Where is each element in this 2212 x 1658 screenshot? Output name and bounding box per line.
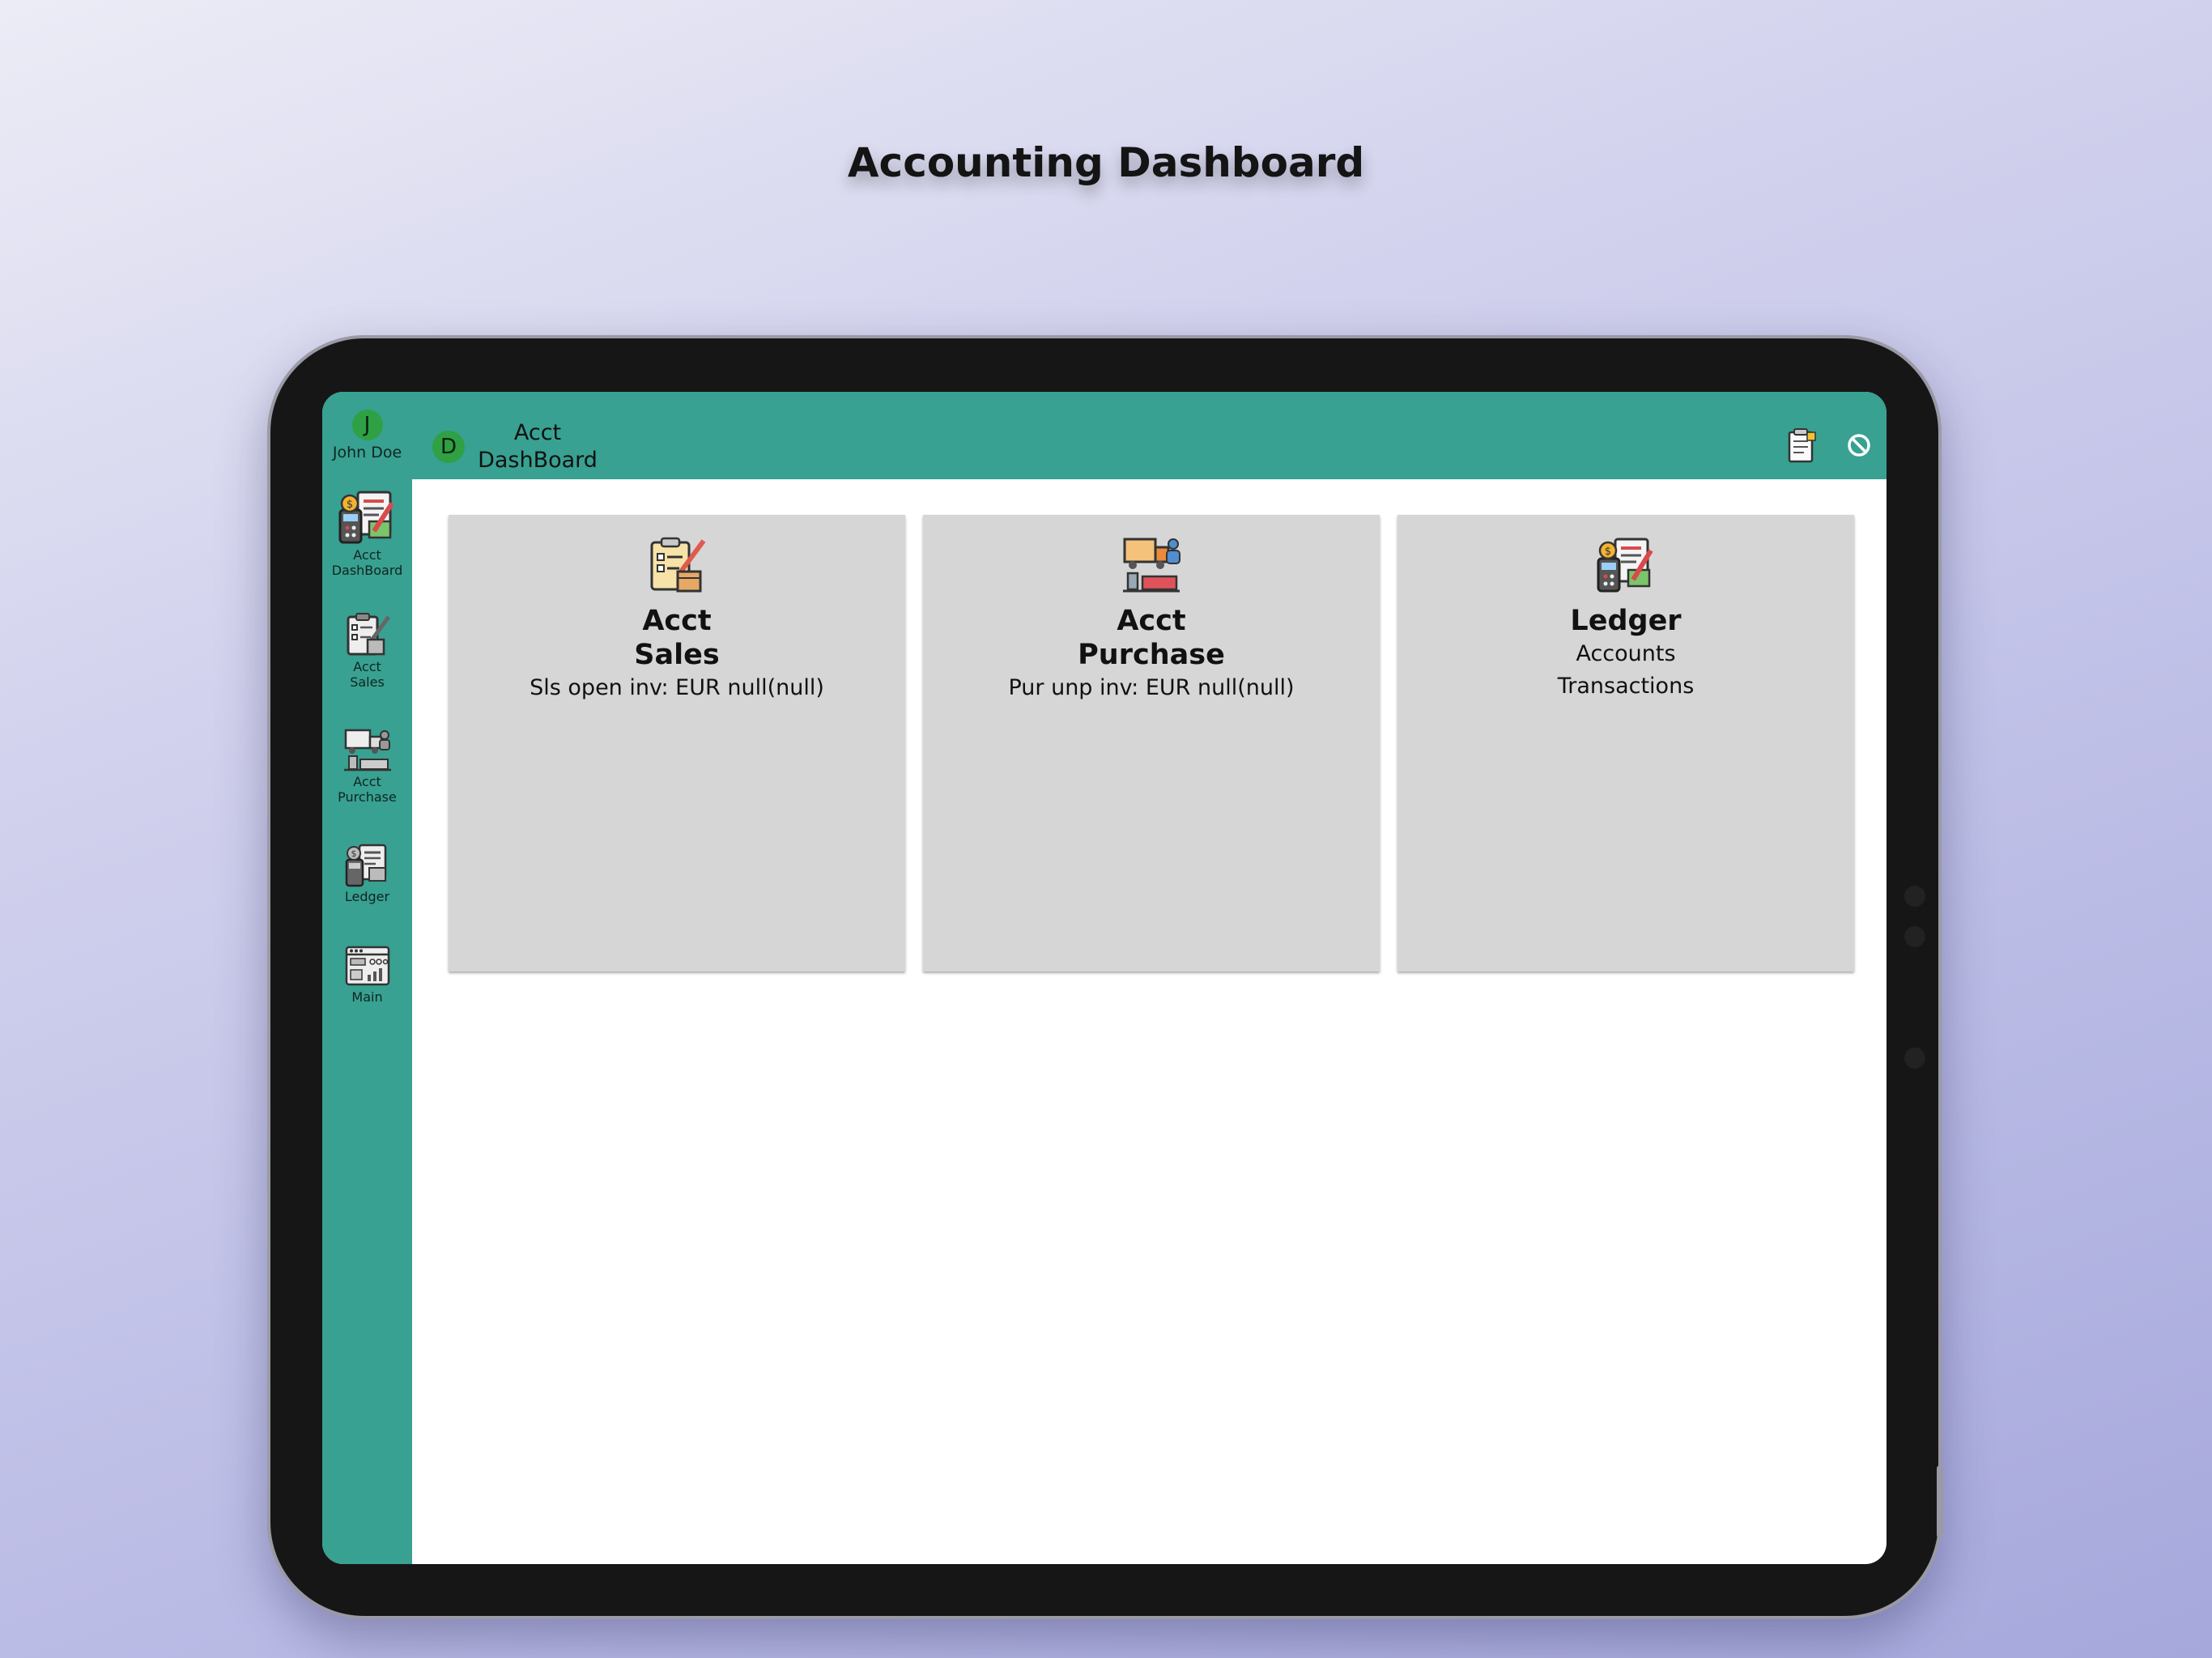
svg-text:$: $: [351, 848, 356, 859]
card-ledger[interactable]: $ Ledger Accounts Transactions: [1397, 515, 1854, 971]
card-line: Sls open inv: EUR null(null): [530, 675, 824, 700]
user-profile[interactable]: J John Doe: [322, 410, 412, 461]
sales-clipboard-icon: [650, 537, 706, 593]
sidebar-item-ledger[interactable]: $ Ledger: [322, 842, 412, 904]
user-avatar: J: [351, 410, 383, 440]
camera-dot: [1904, 1048, 1925, 1069]
notes-icon: [1788, 428, 1816, 463]
sidebar-item-label: Acct Purchase: [338, 774, 397, 805]
camera-dot: [1904, 926, 1925, 947]
card-acct-purchase[interactable]: Acct Purchase Pur unp inv: EUR null(null…: [923, 515, 1380, 971]
volume-button: [1937, 1465, 1943, 1538]
purchase-truck-icon: [343, 729, 391, 772]
page-title: Acct DashBoard: [478, 420, 598, 473]
ledger-calculator-icon: $: [1597, 538, 1653, 593]
camera-dot: [1904, 886, 1925, 907]
notes-button[interactable]: [1786, 427, 1819, 468]
card-line: Transactions: [1557, 674, 1695, 699]
sidebar-item-acct-purchase[interactable]: Acct Purchase: [322, 727, 412, 805]
sidebar-item-main[interactable]: Main: [322, 944, 412, 1005]
sidebar-item-label: Acct Sales: [350, 659, 385, 690]
sidebar-item-label: Acct DashBoard: [331, 547, 403, 578]
dashboard-grid-icon: [345, 946, 389, 986]
sidebar-item-acct-dashboard[interactable]: $ Acct DashBoard: [322, 489, 412, 578]
sidebar-item-acct-sales[interactable]: Acct Sales: [322, 612, 412, 690]
purchase-truck-icon: [1123, 538, 1180, 593]
app-screen: J John Doe $ Acct DashBoard Acct Sales A…: [322, 392, 1887, 1564]
user-name: John Doe: [332, 444, 402, 461]
ledger-calculator-icon: $: [338, 491, 394, 544]
card-acct-sales[interactable]: Acct Sales Sls open inv: EUR null(null): [449, 515, 905, 971]
card-line: Accounts: [1576, 641, 1676, 666]
svg-text:$: $: [1605, 546, 1611, 558]
page-badge: D: [432, 431, 465, 463]
ledger-calculator-icon: $: [345, 844, 386, 887]
svg-text:$: $: [346, 499, 352, 511]
promo-title: Accounting Dashboard: [847, 139, 1365, 186]
card-title: Acct Purchase: [1078, 605, 1225, 671]
card-title: Acct Sales: [634, 605, 720, 671]
block-icon: [1848, 434, 1870, 457]
card-line: Pur unp inv: EUR null(null): [1008, 675, 1295, 700]
sales-clipboard-icon: [347, 613, 390, 656]
block-button[interactable]: [1846, 432, 1872, 461]
card-title: Ledger: [1570, 605, 1682, 637]
sidebar-item-label: Main: [351, 989, 383, 1005]
sidebar-item-label: Ledger: [344, 889, 390, 904]
